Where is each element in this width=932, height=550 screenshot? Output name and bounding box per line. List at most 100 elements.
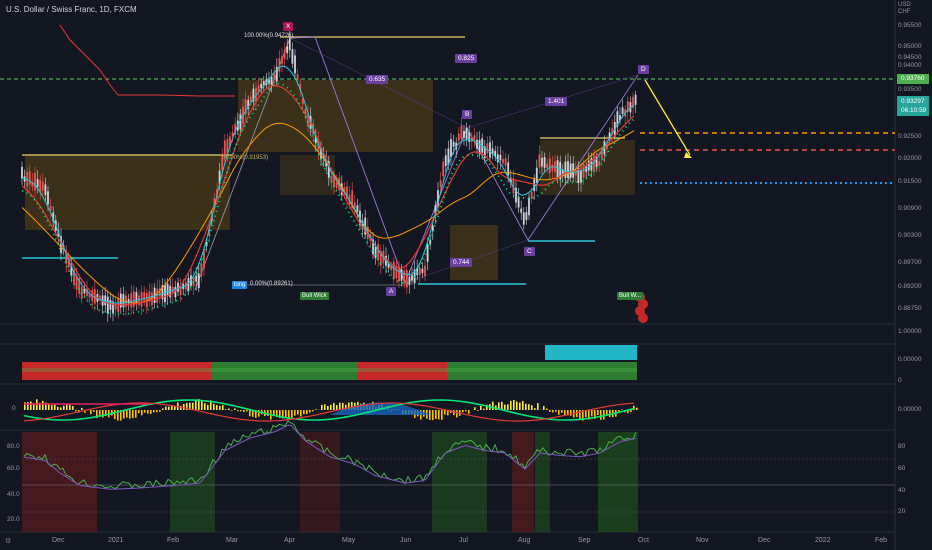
rsi-label: 20 (898, 508, 906, 515)
histogram-bar (150, 410, 152, 414)
histogram-bar (267, 410, 269, 416)
histogram-bar (579, 410, 581, 419)
time-label: Mar (226, 537, 239, 544)
candle-body (203, 251, 205, 269)
histogram-bar (519, 402, 521, 410)
candle-body (465, 127, 468, 140)
histogram-bar (192, 402, 194, 410)
candle-body (502, 158, 504, 164)
time-label: Sep (578, 537, 591, 544)
histogram-bar (513, 399, 515, 410)
stop-line (59, 24, 235, 97)
histogram-bar (141, 410, 143, 416)
histogram-bar (135, 410, 137, 418)
candle-body (44, 184, 47, 196)
histogram-bar (312, 410, 314, 412)
histogram-bar (51, 405, 53, 410)
histogram-bar (621, 409, 623, 410)
osc1-label: 1.00000 (898, 328, 922, 335)
price-label: 0.90900 (898, 205, 922, 212)
candle-body (525, 212, 528, 221)
price-label: 0.91500 (898, 178, 922, 185)
candle-body (151, 292, 153, 306)
histogram-bar (147, 410, 149, 414)
histogram-bar (324, 404, 326, 410)
chart-canvas[interactable] (0, 0, 932, 550)
histogram-bar (114, 410, 116, 420)
pattern-point-c: C (524, 247, 535, 256)
histogram-bar (309, 410, 311, 413)
candle-body (473, 135, 476, 140)
currency-label: USD CHF (898, 2, 911, 16)
histogram-bar (432, 410, 434, 421)
rsi-left-label: 20.0 (7, 516, 20, 523)
histogram-bar (303, 410, 305, 415)
histogram-bar (129, 410, 131, 419)
candle-body (522, 212, 525, 225)
histogram-bar (441, 410, 443, 420)
candle-body (106, 296, 109, 314)
time-label: May (342, 537, 356, 544)
candle-body (200, 263, 203, 277)
histogram-bar (462, 410, 464, 413)
candle-body (288, 38, 291, 51)
fib-mid-label: 50.00%(0.91953) (222, 155, 269, 161)
price-label: 0.94000 (898, 62, 922, 69)
histogram-bar (30, 401, 32, 410)
green-line-price-tag: 0.93760 (901, 75, 925, 82)
histogram-bar (492, 401, 494, 410)
candle-body (424, 265, 426, 277)
candle-body (283, 50, 286, 59)
price-label: 0.88750 (898, 305, 922, 312)
bull-wick-signal: Bull Wick (300, 292, 329, 300)
histogram-bar (144, 410, 146, 413)
time-label: Nov (696, 537, 709, 544)
candle-body (104, 295, 107, 306)
histogram-bar (555, 410, 557, 412)
candle-body (507, 162, 510, 176)
histogram-bar (225, 409, 227, 410)
histogram-bar (222, 405, 224, 410)
histogram-bar (57, 406, 59, 410)
histogram-bar (600, 410, 602, 420)
histogram-bar (483, 408, 485, 410)
candle-body (551, 164, 554, 172)
price-label: 0.94500 (898, 54, 922, 61)
histogram-bar (240, 410, 242, 412)
histogram-bar (576, 410, 578, 418)
candle-body (533, 179, 536, 191)
time-label: Apr (284, 537, 295, 544)
histogram-bar (81, 407, 83, 410)
histogram-bar (207, 404, 209, 410)
candle-body (166, 283, 169, 296)
fib-bottom-label: 0.00%(0.89261) (250, 281, 293, 287)
histogram-bar (234, 408, 236, 410)
histogram-bar (534, 408, 536, 410)
candle-body (403, 270, 406, 284)
price-label: 0.89200 (898, 283, 922, 290)
candle-body (546, 163, 549, 169)
candle-body (164, 284, 166, 303)
histogram-bar (306, 410, 308, 415)
candle-body (543, 157, 546, 168)
currency-line1: USD (898, 2, 911, 8)
candle-body (41, 181, 44, 191)
histogram-bar (228, 408, 230, 410)
candle-body (286, 46, 289, 54)
time-label: Jun (400, 537, 412, 544)
trend-strip-oscillator (22, 345, 637, 380)
candle-body (439, 180, 442, 188)
pattern-point-b: B (462, 110, 473, 119)
page-settings-icon[interactable]: ⚙ (5, 537, 11, 545)
histogram-bar (543, 405, 545, 410)
ratio-bd-label: 1.401 (545, 97, 568, 106)
time-label: Feb (875, 537, 888, 544)
osc2-zero-label: 0 (12, 405, 16, 412)
candle-body (444, 155, 447, 167)
histogram-bar (60, 407, 62, 410)
candle-body (109, 300, 112, 310)
histogram-bar (522, 401, 524, 410)
histogram-bar (510, 400, 512, 410)
time-label: Jul (459, 537, 468, 544)
chart-title: U.S. Dollar / Swiss Franc, 1D, FXCM (6, 5, 137, 14)
